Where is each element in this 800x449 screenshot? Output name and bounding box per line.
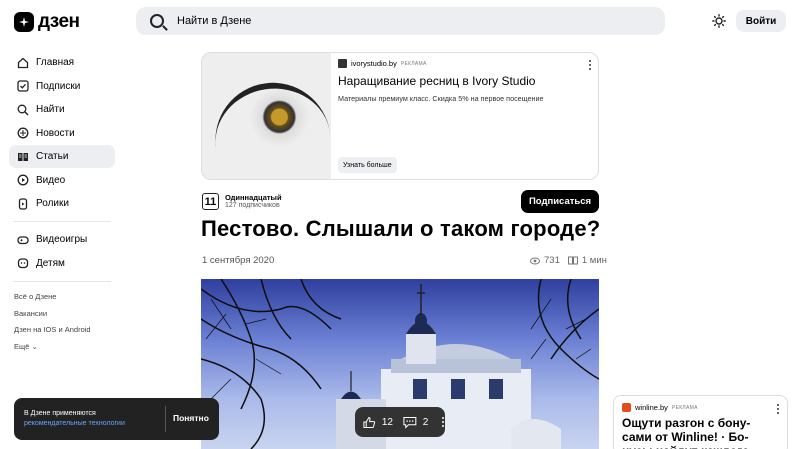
search-placeholder: Найти в Дзене <box>177 15 252 27</box>
sidebar-footer-links: Всё о Дзене Вакансии Дзен на IOS и Andro… <box>14 292 91 358</box>
sidebar-item-label: Найти <box>36 104 65 115</box>
cookie-banner: В Дзене применяются рекомендательные тех… <box>14 398 219 440</box>
channel-subscribers: 127 подписчиков <box>225 202 280 209</box>
article-meta: 731 1 мин <box>530 255 607 266</box>
sidebar-item-label: Видео <box>36 174 66 186</box>
login-button[interactable]: Войти <box>736 10 786 32</box>
ad-source: ivorystudio.by РЕКЛАМА <box>338 59 427 68</box>
apps-link[interactable]: Дзен на IOS и Android <box>14 325 91 342</box>
sidebar-item-shorts[interactable]: Ролики <box>9 192 115 215</box>
search-icon <box>17 104 29 115</box>
shorts-icon <box>18 197 28 210</box>
article-actions-bar: 12 2 <box>355 407 445 437</box>
more-actions-icon[interactable] <box>442 417 445 427</box>
ad-tag: РЕКЛАМА <box>400 60 427 67</box>
ad-more-icon[interactable] <box>589 60 592 70</box>
side-ad-favicon <box>622 403 631 412</box>
ad-title: Наращивание ресниц в Ivory Studio <box>338 74 536 88</box>
sidebar-item-label: Видеоигры <box>36 234 88 245</box>
sun-icon[interactable] <box>712 14 726 28</box>
side-ad-title: Ощути разгон с бону- сами от Winline! · … <box>622 416 751 449</box>
cookie-text: В Дзене применяются рекомендательные тех… <box>24 409 125 429</box>
sidebar-item-video[interactable]: Видео <box>9 169 115 192</box>
channel-avatar[interactable]: 11 <box>202 193 219 210</box>
cookie-accept-button[interactable]: Понятно <box>173 413 209 423</box>
search-input[interactable]: Найти в Дзене <box>136 7 665 35</box>
sidebar-item-articles[interactable]: Статьи <box>9 145 115 168</box>
ad-image <box>202 53 331 179</box>
channel-name[interactable]: Одиннадцатый <box>225 193 282 202</box>
ad-domain: ivorystudio.by <box>351 59 397 68</box>
comments-count: 2 <box>422 416 429 428</box>
ad-favicon <box>338 59 347 68</box>
cookie-text-line: В Дзене применяются <box>24 410 96 417</box>
sidebar-item-label: Детям <box>36 257 65 269</box>
jobs-link[interactable]: Вакансии <box>14 309 91 326</box>
more-label: Ещё <box>14 341 30 351</box>
ad-card[interactable]: ivorystudio.by РЕКЛАМА Наращивание ресни… <box>201 52 599 180</box>
book-icon <box>567 256 578 265</box>
video-icon <box>17 174 29 186</box>
side-ad-domain: winline.by <box>635 403 668 412</box>
side-ad-card[interactable]: winline.by РЕКЛАМА Ощути разгон с бону- … <box>613 395 788 449</box>
ad-learn-more-button[interactable]: Узнать больше <box>338 157 397 173</box>
read-time: 1 мин <box>581 255 607 266</box>
sidebar-item-home[interactable]: Главная <box>9 51 115 74</box>
chevron-down-icon: ⌄ <box>31 341 38 351</box>
dzen-logo[interactable]: дзен <box>14 11 80 33</box>
sidebar: Главная Подписки Найти Новости Статьи Ви… <box>9 51 115 288</box>
sidebar-item-search[interactable]: Найти <box>9 98 115 121</box>
subscribe-button[interactable]: Подписаться <box>521 190 599 213</box>
sidebar-item-label: Ролики <box>36 198 69 209</box>
article-title: Пестово. Слышали о таком городе? <box>201 216 601 241</box>
gamepad-icon <box>17 235 29 244</box>
sidebar-item-news[interactable]: Новости <box>9 122 115 145</box>
cookie-divider <box>165 406 166 432</box>
article-date: 1 сентября 2020 <box>202 255 275 266</box>
sidebar-item-label: Подписки <box>36 80 81 92</box>
views-count: 731 <box>544 255 560 266</box>
search-icon <box>150 14 164 28</box>
news-icon <box>17 127 29 139</box>
articles-icon <box>18 152 28 161</box>
ad-description: Материалы премиум класс. Скидка 5% на пе… <box>338 94 544 103</box>
sidebar-item-label: Новости <box>36 127 75 139</box>
logo-text: дзен <box>38 11 80 32</box>
sidebar-item-games[interactable]: Видеоигры <box>9 228 115 251</box>
sidebar-divider <box>13 221 111 222</box>
sidebar-divider <box>13 280 111 282</box>
dzen-logo-icon <box>14 12 34 32</box>
side-ad-more-icon[interactable] <box>777 404 780 414</box>
home-icon <box>17 57 29 68</box>
likes-count: 12 <box>381 416 393 428</box>
like-icon[interactable] <box>363 416 376 429</box>
side-ad-source: winline.by РЕКЛАМА <box>622 403 698 412</box>
sidebar-item-subscriptions[interactable]: Подписки <box>9 75 115 98</box>
kids-icon <box>17 258 29 269</box>
eye-icon <box>530 257 540 264</box>
about-link[interactable]: Всё о Дзене <box>14 292 91 309</box>
side-ad-tag: РЕКЛАМА <box>671 404 698 411</box>
comment-icon[interactable] <box>403 416 417 429</box>
sidebar-item-kids[interactable]: Детям <box>9 252 115 275</box>
cookie-recommendation-link[interactable]: рекомендательные технологии <box>24 419 125 429</box>
sidebar-item-label: Главная <box>36 57 75 68</box>
more-link[interactable]: Ещё ⌄ <box>14 342 91 359</box>
subscriptions-icon <box>17 80 29 92</box>
sidebar-item-label: Статьи <box>36 151 69 162</box>
